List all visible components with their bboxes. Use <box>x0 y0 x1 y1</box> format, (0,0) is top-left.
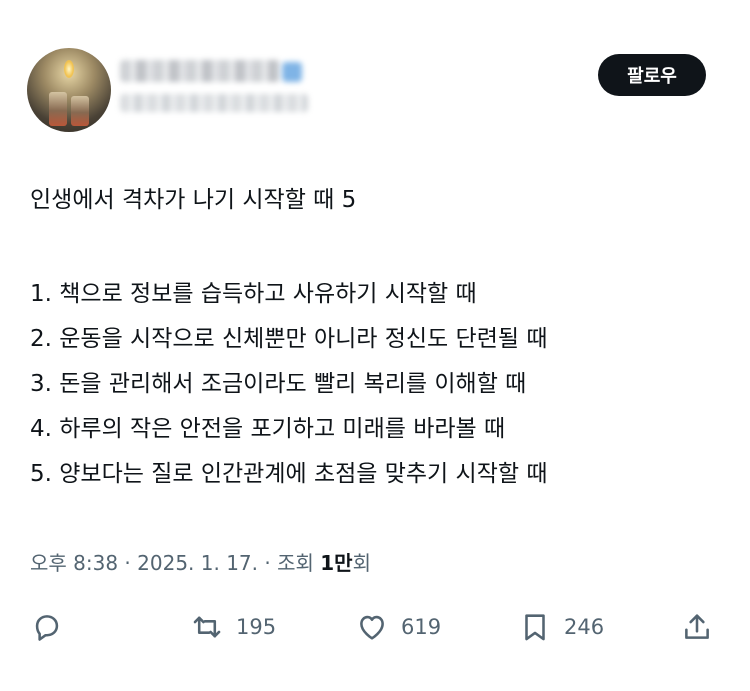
list-item: 1. 책으로 정보를 습득하고 사유하기 시작할 때 <box>30 281 477 307</box>
avatar-photo-drink <box>49 92 67 126</box>
list-item: 5. 양보다는 질로 인간관계에 초점을 맞추기 시작할 때 <box>30 461 548 487</box>
post-text: 인생에서 격차가 나기 시작할 때 5 1. 책으로 정보를 습득하고 사유하기… <box>30 183 730 492</box>
share-button[interactable] <box>680 604 714 650</box>
avatar-photo-drink <box>71 96 89 126</box>
share-icon <box>685 614 709 639</box>
bookmark-icon <box>525 614 545 641</box>
separator: · <box>258 551 278 575</box>
retweet-button[interactable]: 195 <box>190 604 276 650</box>
like-button[interactable]: 619 <box>355 604 441 650</box>
action-bar: 195 619 246 <box>0 604 750 650</box>
bookmark-button[interactable]: 246 <box>518 604 604 650</box>
views-count: 1만 <box>320 551 353 575</box>
post-header: 팔로우 <box>0 0 750 150</box>
bookmark-count: 246 <box>564 615 605 639</box>
post-time[interactable]: 오후 8:38 <box>30 551 118 575</box>
verified-badge-icon <box>282 62 302 82</box>
username-blurred[interactable] <box>120 94 308 112</box>
views-label: 조회 <box>277 551 321 575</box>
reply-button[interactable] <box>30 604 64 650</box>
display-name-blurred[interactable] <box>120 60 280 82</box>
post-title: 인생에서 격차가 나기 시작할 때 5 <box>30 187 357 213</box>
post-meta: 오후 8:38 · 2025. 1. 17. · 조회 1만회 <box>30 548 371 578</box>
list-item: 4. 하루의 작은 안전을 포기하고 미래를 바라볼 때 <box>30 416 506 442</box>
follow-button[interactable]: 팔로우 <box>598 54 706 96</box>
list-item: 2. 운동을 시작으로 신체뿐만 아니라 정신도 단련될 때 <box>30 326 548 352</box>
avatar[interactable] <box>27 48 111 132</box>
heart-icon <box>360 615 384 640</box>
views-suffix: 회 <box>352 551 371 575</box>
retweet-icon <box>193 616 221 638</box>
like-count: 619 <box>401 615 442 639</box>
separator: · <box>118 551 138 575</box>
list-item: 3. 돈을 관리해서 조금이라도 빨리 복리를 이해할 때 <box>30 371 527 397</box>
post-date[interactable]: 2025. 1. 17. <box>137 551 258 575</box>
retweet-count: 195 <box>236 615 277 639</box>
avatar-photo-flame <box>64 60 74 78</box>
reply-icon <box>35 615 59 641</box>
